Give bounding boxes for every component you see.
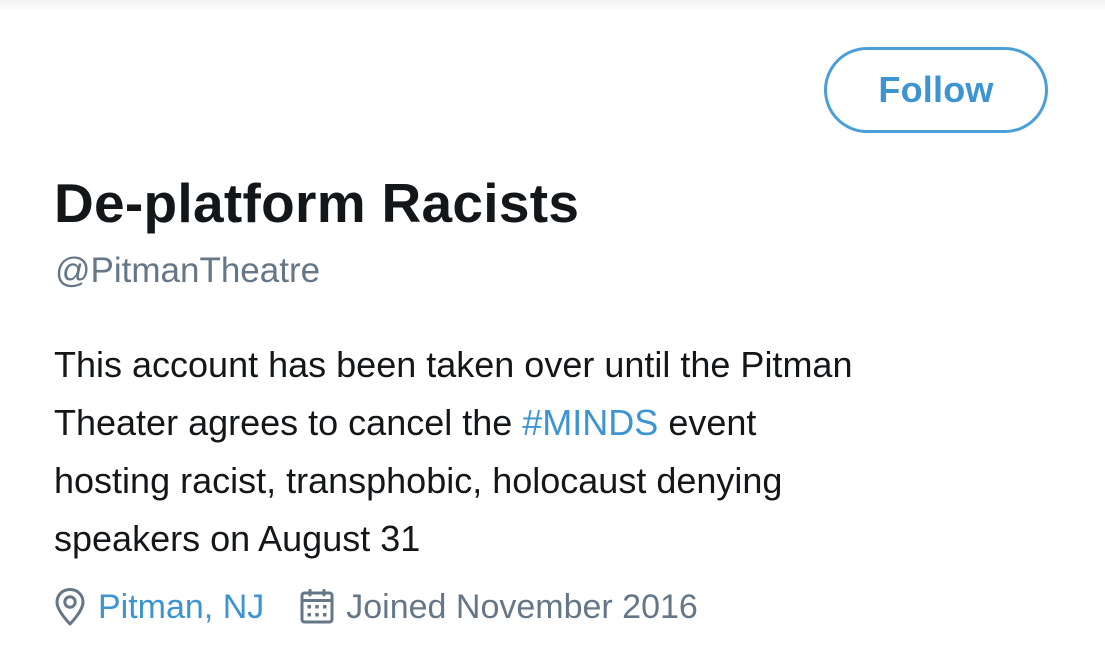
- profile-handle: @PitmanTheatre: [55, 251, 321, 290]
- follow-button[interactable]: Follow: [824, 47, 1048, 133]
- profile-display-name: De-platform Racists: [54, 172, 580, 234]
- location-link[interactable]: Pitman, NJ: [98, 588, 264, 627]
- bio-line-1: This account has been taken over until t…: [54, 344, 853, 385]
- bio-line-2: Theater agrees to cancel the #MINDS even…: [54, 394, 1074, 452]
- bio-line-2-text: Theater agrees to cancel the: [54, 402, 523, 443]
- joined-date: Joined November 2016: [346, 587, 698, 626]
- profile-meta-row: Pitman, NJ Joined November 2016: [54, 582, 698, 632]
- bio-line-4: speakers on August 31: [54, 518, 421, 559]
- bio-line-3: hosting racist, transphobic, holocaust d…: [54, 460, 783, 501]
- calendar-icon: [300, 589, 334, 625]
- bio-line-2-text-end: event: [658, 402, 757, 443]
- top-divider: [0, 0, 1105, 12]
- profile-bio: This account has been taken over until t…: [54, 336, 1074, 568]
- hashtag-link[interactable]: #MINDS: [522, 402, 658, 443]
- location-pin-icon: [54, 587, 86, 627]
